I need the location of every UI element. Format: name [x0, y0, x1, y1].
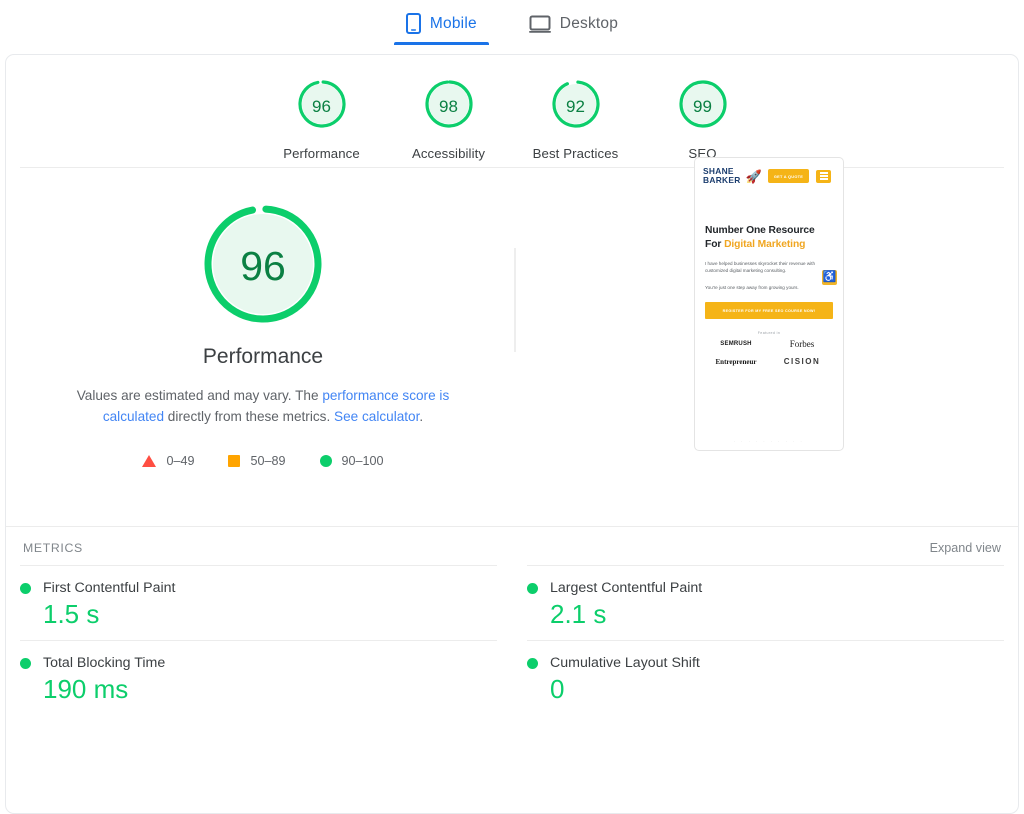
legend-item-pass: 90–100 [319, 454, 384, 468]
metric-value: 1.5 s [43, 599, 100, 629]
metric-status-dot-pass [527, 657, 538, 669]
metric-value: 0 [550, 674, 565, 704]
metric-name: Cumulative Layout Shift [550, 655, 700, 671]
thumbnail-paragraph-1: I have helped businesses skyrocket their… [705, 261, 816, 274]
page-screenshot-panel: SHANE BARKER 🚀 GET A QUOTE Number One Re… [520, 157, 1018, 526]
category-score-row: 96 Performance 98 Accessibility 92 Best … [6, 55, 1018, 167]
mobile-phone-icon [405, 13, 421, 34]
score-item-accessibility[interactable]: 98 Accessibility [385, 78, 512, 161]
metric-head: Cumulative Layout Shift [527, 655, 1004, 671]
wheelchair-accessibility-icon: ♿ [822, 270, 837, 285]
thumbnail-navbar: SHANE BARKER 🚀 GET A QUOTE [695, 158, 843, 185]
fail-triangle-icon [142, 455, 157, 467]
desc-text-2: directly from these metrics. [164, 409, 334, 424]
metric-status-dot-pass [20, 582, 31, 594]
performance-description: Values are estimated and may vary. The p… [47, 385, 479, 427]
expand-view-button[interactable]: Expand view [930, 541, 1001, 555]
performance-title: Performance [202, 345, 324, 368]
score-label-best-practices: Best Practices [532, 146, 619, 161]
hamburger-menu-icon [816, 169, 832, 183]
score-label-accessibility: Accessibility [411, 146, 486, 161]
see-calculator-link[interactable]: See calculator [334, 409, 419, 424]
tab-mobile-label: Mobile [429, 14, 477, 32]
metric-first-contentful-paint[interactable]: First Contentful Paint 1.5 s [20, 565, 497, 640]
legend-label-average: 50–89 [250, 454, 286, 468]
metric-name: Total Blocking Time [43, 655, 166, 671]
legend-label-pass: 90–100 [341, 454, 384, 468]
metric-head: Largest Contentful Paint [527, 580, 1004, 596]
thumbnail-cta-button: REGISTER FOR MY FREE SEO COURSE NOW! [705, 302, 833, 320]
legend-label-fail: 0–49 [166, 454, 195, 468]
legend-item-fail: 0–49 [142, 454, 194, 468]
metrics-grid: First Contentful Paint 1.5 s Largest Con… [6, 565, 1018, 715]
score-range-legend: 0–49 50–89 90–100 [142, 454, 384, 468]
average-square-icon [228, 455, 241, 467]
metric-head: Total Blocking Time [20, 655, 497, 671]
desktop-monitor-icon [528, 15, 551, 33]
gauge-best-practices: 92 [550, 78, 602, 135]
thumbnail-get-a-quote-button: GET A QUOTE [767, 169, 810, 183]
metric-head: First Contentful Paint [20, 580, 497, 596]
page-screenshot-thumbnail[interactable]: SHANE BARKER 🚀 GET A QUOTE Number One Re… [694, 157, 844, 451]
legend-item-average: 50–89 [228, 454, 286, 468]
metric-largest-contentful-paint[interactable]: Largest Contentful Paint 2.1 s [527, 565, 1004, 640]
gauge-performance: 96 [296, 78, 348, 135]
tab-mobile[interactable]: Mobile [393, 2, 489, 45]
metric-value: 2.1 s [550, 599, 607, 629]
performance-score-value: 96 [240, 243, 286, 289]
thumbnail-heading: Number One Resource For Digital Marketin… [705, 224, 833, 251]
metric-value: 190 ms [43, 674, 129, 704]
brand-logo-entrepreneur: Entrepreneur [715, 357, 757, 366]
performance-detail: 96 Performance Values are estimated and … [6, 168, 520, 526]
tab-desktop[interactable]: Desktop [523, 2, 624, 45]
gauge-best-practices-value: 92 [566, 96, 585, 116]
tab-desktop-label: Desktop [559, 14, 619, 32]
gauge-performance-value: 96 [312, 96, 331, 116]
metrics-header: METRICS Expand view [6, 527, 1018, 565]
metric-status-dot-pass [20, 657, 31, 669]
desc-text-1: Values are estimated and may vary. The [76, 388, 323, 403]
thumbnail-featured-label: Featured in [757, 331, 781, 336]
brand-logo-semrush: SEMRUSH [720, 341, 752, 348]
gauge-seo: 99 [677, 78, 729, 135]
metric-name: First Contentful Paint [43, 580, 176, 596]
metric-name: Largest Contentful Paint [550, 580, 703, 596]
desc-text-3: . [419, 409, 424, 424]
metric-cumulative-layout-shift[interactable]: Cumulative Layout Shift 0 [527, 640, 1004, 715]
gauge-seo-value: 99 [693, 96, 712, 116]
gauge-performance-large: 96 [200, 201, 326, 332]
thumbnail-heading-highlight: Digital Marketing [724, 238, 806, 250]
thumbnail-paragraph-2: You're just one step away from growing y… [705, 284, 799, 290]
metric-total-blocking-time[interactable]: Total Blocking Time 190 ms [20, 640, 497, 715]
report-card: 96 Performance 98 Accessibility 92 Best … [5, 54, 1019, 814]
metric-status-dot-pass [527, 582, 538, 594]
thumbnail-brand-logos: SEMRUSH Forbes Entrepreneur CISION [703, 339, 835, 366]
metrics-title: METRICS [23, 541, 83, 555]
vertical-divider [514, 248, 516, 352]
score-label-performance: Performance [283, 146, 360, 161]
score-item-performance[interactable]: 96 Performance [258, 78, 385, 161]
pass-circle-icon [319, 455, 332, 467]
thumbnail-logo: SHANE BARKER [703, 167, 741, 185]
brand-logo-forbes: Forbes [789, 339, 815, 350]
score-item-seo[interactable]: 99 SEO [639, 78, 766, 161]
performance-summary-section: 96 Performance Values are estimated and … [6, 157, 1018, 526]
score-item-best-practices[interactable]: 92 Best Practices [512, 78, 639, 161]
gauge-accessibility-value: 98 [439, 96, 458, 116]
platform-tabbar: Mobile Desktop [0, 0, 1024, 45]
thumbnail-carousel-dots: . . . . . . . . . . [733, 438, 805, 443]
thumbnail-logo-line2: BARKER [703, 175, 741, 185]
brand-logo-cision: CISION [783, 357, 821, 367]
gauge-accessibility: 98 [423, 78, 475, 135]
rocket-icon: 🚀 [745, 168, 762, 184]
